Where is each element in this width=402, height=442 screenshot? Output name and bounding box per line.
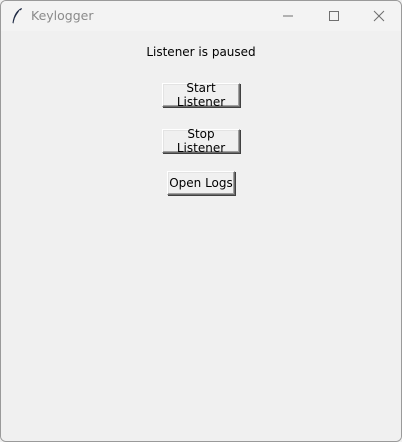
app-window: Keylogger Listener is paused Start Liste… [0,0,402,442]
open-logs-button[interactable]: Open Logs [167,171,235,195]
maximize-button[interactable] [311,1,357,31]
main-content: Listener is paused Start Listener Stop L… [1,31,401,441]
maximize-icon [328,10,340,22]
title-bar[interactable]: Keylogger [1,1,401,31]
close-button[interactable] [356,1,401,31]
feather-icon [10,7,24,25]
close-icon [373,10,385,22]
stop-listener-button[interactable]: Stop Listener [162,127,240,155]
window-title: Keylogger [31,8,94,23]
start-listener-button[interactable]: Start Listener [162,81,240,109]
minimize-icon [282,10,294,22]
minimize-button[interactable] [265,1,311,31]
listener-status-label: Listener is paused [146,45,256,59]
